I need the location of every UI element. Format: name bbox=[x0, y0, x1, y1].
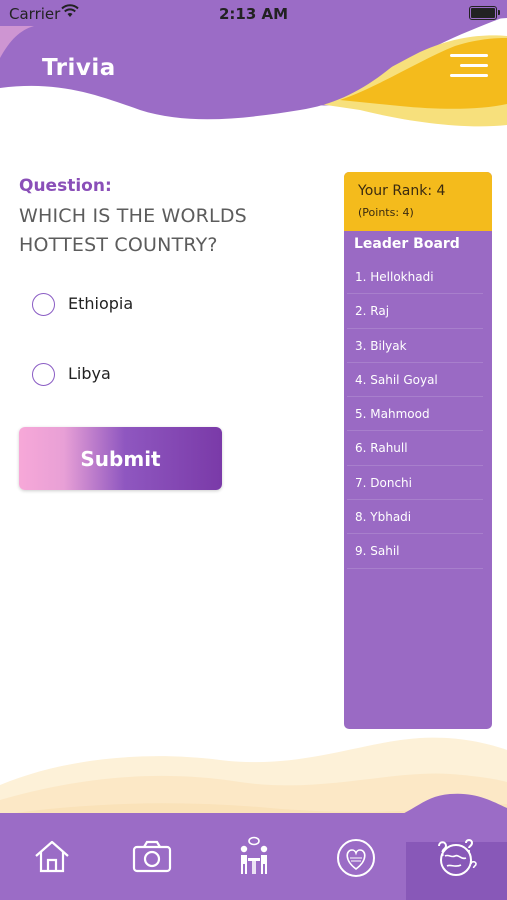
people-chat-icon bbox=[240, 836, 268, 874]
leaderboard-panel: Your Rank: 4 (Points: 4) Leader Board 1.… bbox=[344, 172, 492, 729]
rank-label: Your Rank: 4 bbox=[358, 183, 446, 199]
question-text: WHICH IS THE WORLDS HOTTEST COUNTRY? bbox=[19, 205, 247, 256]
tab-trivia[interactable] bbox=[432, 836, 480, 880]
tab-home[interactable] bbox=[28, 836, 76, 880]
points-label: (Points: 4) bbox=[358, 206, 414, 219]
leaderboard-row[interactable]: 9. Sahil bbox=[347, 534, 483, 569]
home-icon bbox=[35, 840, 69, 873]
trivia-question-globe-icon bbox=[438, 839, 477, 876]
tab-bar-bump bbox=[380, 793, 507, 820]
leaderboard-row[interactable]: 2. Raj bbox=[347, 294, 483, 329]
battery-icon bbox=[469, 6, 500, 20]
radio-button[interactable] bbox=[32, 293, 55, 316]
leaderboard-row[interactable]: 3. Bilyak bbox=[347, 329, 483, 363]
leaderboard-row[interactable]: 1. Hellokhadi bbox=[347, 260, 483, 295]
hamburger-menu-icon[interactable] bbox=[448, 54, 488, 80]
clock: 2:13 AM bbox=[218, 5, 289, 23]
question-label: Question: bbox=[19, 176, 112, 196]
page-title: Trivia bbox=[42, 55, 116, 81]
rank-box: Your Rank: 4 (Points: 4) bbox=[344, 172, 492, 231]
submit-button[interactable]: Submit bbox=[19, 427, 222, 490]
answer-label: Ethiopia bbox=[68, 294, 134, 313]
tab-chat[interactable] bbox=[230, 836, 278, 880]
tab-camera[interactable] bbox=[128, 836, 176, 880]
leaderboard-list: 1. Hellokhadi 2. Raj 3. Bilyak 4. Sahil … bbox=[344, 260, 492, 569]
status-bar: Carrier 2:13 AM bbox=[0, 0, 507, 28]
love-tattoo-badge-icon bbox=[337, 839, 375, 877]
leaderboard-row[interactable]: 6. Rahull bbox=[347, 431, 483, 466]
leaderboard-row[interactable]: 7. Donchi bbox=[347, 466, 483, 501]
leaderboard-title: Leader Board bbox=[354, 236, 460, 252]
leaderboard-row[interactable]: 8. Ybhadi bbox=[347, 500, 483, 535]
leaderboard-row[interactable]: 4. Sahil Goyal bbox=[347, 363, 483, 398]
radio-button[interactable] bbox=[32, 363, 55, 386]
leaderboard-row[interactable]: 5. Mahmood bbox=[347, 397, 483, 432]
camera-icon bbox=[132, 840, 172, 873]
answer-label: Libya bbox=[68, 364, 111, 383]
tab-love-tattoo[interactable] bbox=[332, 836, 380, 880]
